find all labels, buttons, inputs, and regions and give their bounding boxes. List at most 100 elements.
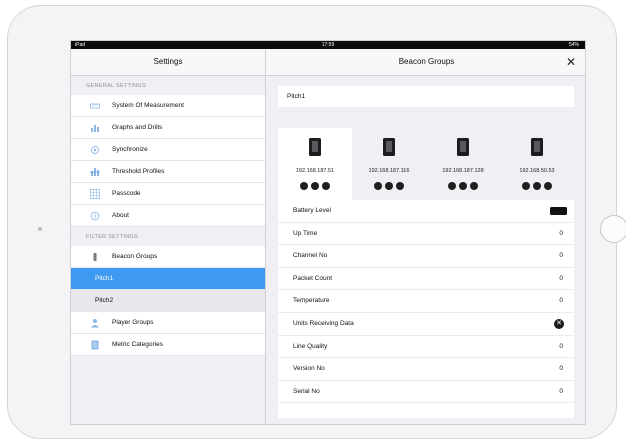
beacon-ip: 192.168.187.51 <box>295 168 335 174</box>
beacon-action-icon[interactable] <box>385 182 393 190</box>
property-row: Temperature 0 <box>278 290 574 313</box>
sidebar-item-label: Beacon Groups <box>112 253 158 260</box>
beacon-card[interactable]: 192.168.187.116 <box>352 128 426 200</box>
threshold-chart-icon <box>90 167 100 177</box>
front-camera <box>38 227 42 231</box>
sidebar-item-label: Graphs and Drills <box>112 124 163 131</box>
home-button[interactable] <box>600 215 626 243</box>
beacon-icon <box>90 252 100 262</box>
general-settings-header: GENERAL SETTINGS <box>86 83 146 89</box>
property-row: Channel No 0 <box>278 245 574 268</box>
property-row: Up Time 0 <box>278 223 574 246</box>
beacon-action-icon[interactable] <box>459 182 467 190</box>
sidebar-item-label: System Of Measurement <box>112 102 184 109</box>
beacon-ip: 192.168.187.128 <box>442 168 484 174</box>
property-label: Serial No <box>293 387 320 395</box>
property-row: Version No 0 <box>278 358 574 381</box>
property-value: 0 <box>559 252 563 260</box>
sidebar-item-label: About <box>112 212 129 219</box>
property-row: Units Receiving Data ✕ <box>278 313 574 336</box>
group-name-field[interactable]: Pitch1 <box>278 86 574 107</box>
close-icon[interactable]: ✕ <box>566 49 576 75</box>
property-row: Packet Count 0 <box>278 268 574 291</box>
settings-sidebar: Settings GENERAL SETTINGS System Of Meas… <box>71 49 266 424</box>
beacon-ip: 192.168.187.116 <box>368 168 410 174</box>
beacon-action-icon[interactable] <box>322 182 330 190</box>
property-value: 0 <box>559 387 563 395</box>
property-label: Packet Count <box>293 274 333 282</box>
keypad-icon <box>90 189 100 199</box>
sidebar-item-synchronize[interactable]: Synchronize <box>71 139 265 161</box>
property-label: Line Quality <box>293 342 328 350</box>
beacon-card[interactable]: 192.168.187.128 <box>426 128 500 200</box>
property-label: Units Receiving Data <box>293 319 354 327</box>
beacon-action-icon[interactable] <box>470 182 478 190</box>
x-circle-icon: ✕ <box>554 318 564 329</box>
sidebar-item-system-of-measurement[interactable]: System Of Measurement <box>71 95 265 117</box>
beacon-action-icon[interactable] <box>300 182 308 190</box>
beacon-actions <box>278 182 352 190</box>
ruler-icon <box>90 101 100 111</box>
sidebar-item-threshold-profiles[interactable]: Threshold Profiles <box>71 161 265 183</box>
property-label: Up Time <box>293 229 318 237</box>
sidebar-item-graphs-and-drills[interactable]: Graphs and Drills <box>71 117 265 139</box>
beacon-action-icon[interactable] <box>544 182 552 190</box>
panel-header: Beacon Groups ✕ <box>266 49 585 76</box>
sidebar-item-label: Player Groups <box>112 319 154 326</box>
property-label: Channel No <box>293 252 328 260</box>
beacon-action-icon[interactable] <box>522 182 530 190</box>
beacon-group-pitch1[interactable]: Pitch1 <box>71 268 265 290</box>
beacon-card[interactable]: 192.168.50.53 <box>500 128 574 200</box>
sidebar-item-metric-categories[interactable]: Metric Categories <box>71 334 265 356</box>
beacon-ip: 192.168.50.53 <box>519 168 555 174</box>
beacon-device-icon <box>383 138 395 156</box>
beacon-groups-panel: Beacon Groups ✕ Pitch1 192.168.187.51 19… <box>266 49 585 424</box>
property-label: Temperature <box>293 297 330 305</box>
list-icon <box>90 340 100 350</box>
beacon-actions <box>352 182 426 190</box>
property-label: Version No <box>293 365 325 373</box>
property-row: Serial No 0 <box>278 381 574 404</box>
sidebar-item-beacon-groups[interactable]: Beacon Groups <box>71 246 265 268</box>
beacon-action-icon[interactable] <box>448 182 456 190</box>
sidebar-item-label: Passcode <box>112 190 141 197</box>
battery-icon <box>550 207 567 215</box>
beacon-action-icon[interactable] <box>374 182 382 190</box>
sidebar-title: Settings <box>71 49 265 76</box>
beacon-action-icon[interactable] <box>533 182 541 190</box>
battery-percent: 54% <box>568 42 579 48</box>
bar-chart-icon <box>90 123 100 133</box>
sidebar-item-label: Threshold Profiles <box>112 168 165 175</box>
panel-title: Beacon Groups <box>398 57 455 66</box>
property-row: Battery Level <box>278 200 574 223</box>
property-value: 0 <box>559 274 563 282</box>
sync-icon <box>90 145 100 155</box>
beacon-action-icon[interactable] <box>311 182 319 190</box>
beacon-device-icon <box>309 138 321 156</box>
players-icon <box>90 318 100 328</box>
property-value: 0 <box>559 342 563 350</box>
screen: iPad 17:59 54% Settings GENERAL SETTINGS… <box>70 40 586 425</box>
beacon-properties-list: Battery Level Up Time 0 Channel No 0 Pac… <box>278 200 574 418</box>
property-value: 0 <box>559 365 563 373</box>
beacon-group-label: Pitch2 <box>95 297 114 304</box>
ipad-frame: iPad 17:59 54% Settings GENERAL SETTINGS… <box>7 5 626 439</box>
property-label: Battery Level <box>293 207 331 214</box>
sidebar-item-player-groups[interactable]: Player Groups <box>71 312 265 334</box>
beacon-strip: 192.168.187.51 192.168.187.116 192.168.1… <box>278 128 574 200</box>
beacon-card[interactable]: 192.168.187.51 <box>278 128 352 200</box>
clock: 17:59 <box>321 42 335 48</box>
info-icon <box>90 211 100 221</box>
beacon-group-label: Pitch1 <box>95 275 114 282</box>
sidebar-item-label: Synchronize <box>112 146 148 153</box>
sidebar-item-passcode[interactable]: Passcode <box>71 183 265 205</box>
beacon-device-icon <box>457 138 469 156</box>
property-value: 0 <box>559 297 563 305</box>
beacon-action-icon[interactable] <box>396 182 404 190</box>
beacon-device-icon <box>531 138 543 156</box>
sidebar-item-about[interactable]: About <box>71 205 265 227</box>
property-value: 0 <box>559 229 563 237</box>
beacon-group-pitch2[interactable]: Pitch2 <box>71 290 265 312</box>
sidebar-item-label: Metric Categories <box>112 341 163 348</box>
filter-settings-header: FILTER SETTINGS <box>86 234 139 240</box>
